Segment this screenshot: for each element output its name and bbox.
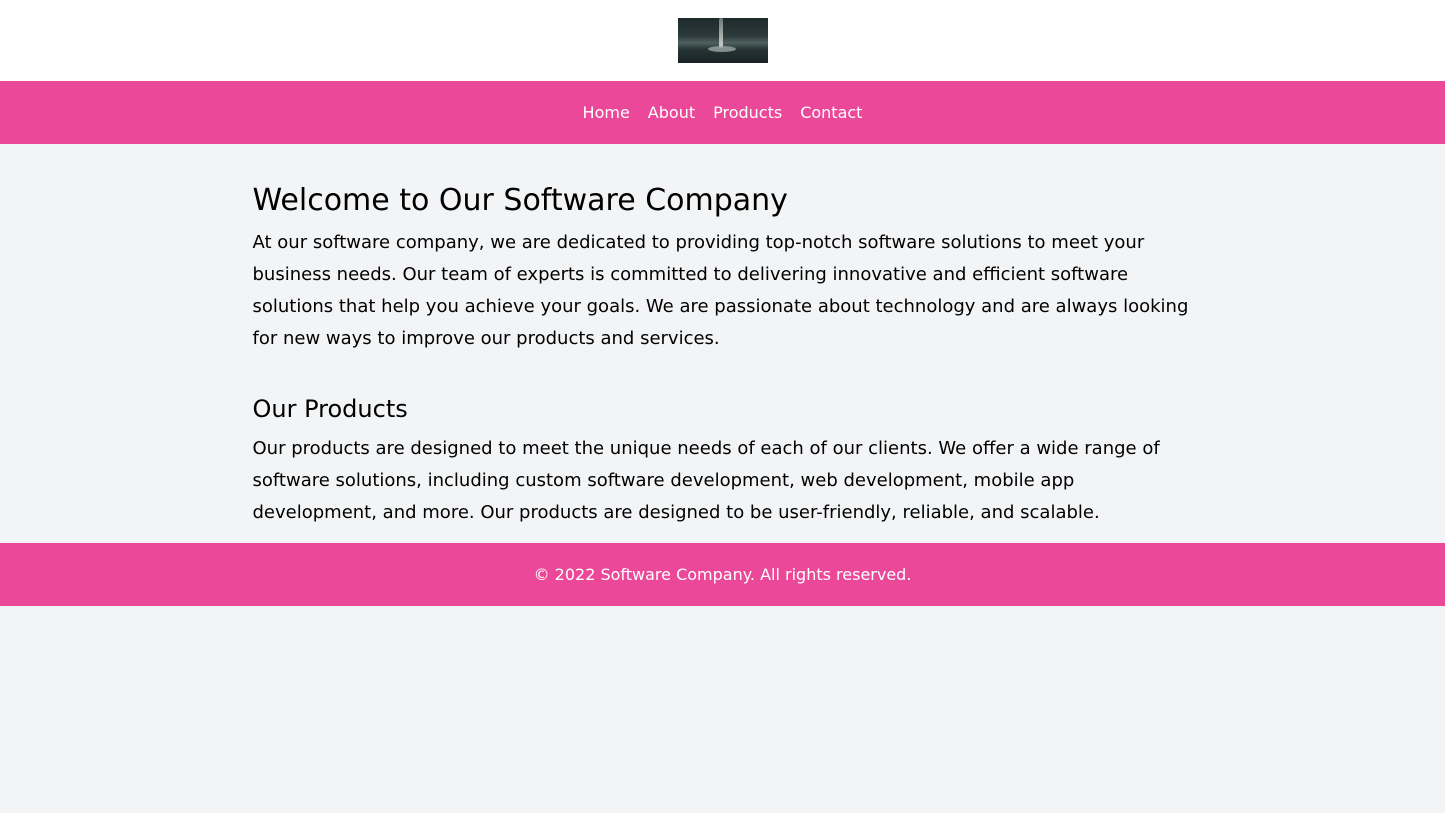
nav-link-contact[interactable]: Contact xyxy=(800,103,862,122)
welcome-section: Welcome to Our Software Company At our s… xyxy=(253,181,1193,355)
nav-link-about[interactable]: About xyxy=(648,103,695,122)
products-section: Our Products Our products are designed t… xyxy=(253,393,1193,529)
products-title: Our Products xyxy=(252,395,408,423)
footer-copyright: © 2022 Software Company. All rights rese… xyxy=(533,565,912,584)
main-nav: Home About Products Contact xyxy=(0,81,1445,144)
site-footer: © 2022 Software Company. All rights rese… xyxy=(0,543,1445,606)
products-body: Our products are designed to meet the un… xyxy=(252,438,1160,523)
logo-image-icon[interactable] xyxy=(677,18,768,63)
water-drop-shape xyxy=(718,18,723,48)
welcome-title: Welcome to Our Software Company xyxy=(252,183,788,218)
nav-link-products[interactable]: Products xyxy=(713,103,782,122)
nav-link-home[interactable]: Home xyxy=(583,103,630,122)
water-splash-shape xyxy=(707,46,736,52)
site-header xyxy=(0,0,1445,81)
welcome-body: At our software company, we are dedicate… xyxy=(252,232,1189,349)
main-content: Welcome to Our Software Company At our s… xyxy=(253,144,1193,529)
